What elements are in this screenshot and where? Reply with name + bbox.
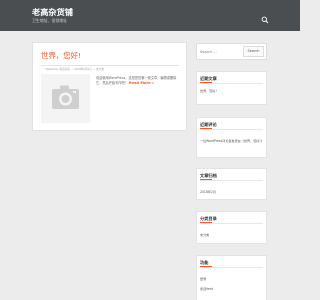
widget-divider (200, 223, 263, 224)
widget-recent-comments: 近期评论 一位WordPress评论者发表在《世界，您好!》 (196, 117, 267, 158)
site-header: 老高杂货铺 卫生地址、但领地址 (0, 0, 300, 31)
post-thumbnail[interactable] (41, 74, 90, 123)
widget-divider (200, 83, 263, 84)
post-title[interactable]: 世界，您好! (41, 50, 81, 61)
read-more-link[interactable]: Read More » (129, 81, 154, 85)
search-icon[interactable] (261, 9, 269, 24)
post-card: 世界，您好! Posted by 老高杂货 — 2018年2月2日 — 未分类 … (32, 42, 187, 131)
category-link[interactable]: 未分类 (200, 232, 209, 237)
recent-comment-link[interactable]: 一位WordPress评论者发表在《世界，您好!》 (200, 138, 264, 143)
widget-meta: 功能 登录 条目feed (196, 255, 267, 300)
widget-archives: 文章归档 2018年2月 (196, 168, 267, 200)
site-title[interactable]: 老高杂货铺 (32, 6, 73, 18)
site-description: 卫生地址、但领地址 (32, 18, 68, 23)
post-excerpt: 欢迎使用WordPress。这是您的第一篇文章。编辑或删除它，然后开始写作吧！ … (96, 76, 182, 87)
search-button[interactable]: Search (243, 46, 264, 57)
widget-divider (200, 267, 263, 268)
search-widget: Search (196, 43, 267, 60)
meta-feed-link[interactable]: 条目feed (200, 286, 213, 291)
search-input[interactable] (199, 46, 241, 57)
widget-recent-posts: 近期文章 世界，您好! (196, 71, 267, 105)
meta-login-link[interactable]: 登录 (200, 276, 206, 281)
post-divider (41, 65, 179, 66)
camera-icon (52, 85, 79, 109)
widget-categories: 分类目录 未分类 (196, 211, 267, 244)
widget-divider (200, 129, 263, 130)
recent-post-link[interactable]: 世界，您好! (200, 88, 217, 93)
archive-link[interactable]: 2018年2月 (200, 189, 216, 194)
post-meta: Posted by 老高杂货 — 2018年2月2日 — 未分类 (46, 68, 104, 71)
widget-divider (200, 180, 263, 181)
